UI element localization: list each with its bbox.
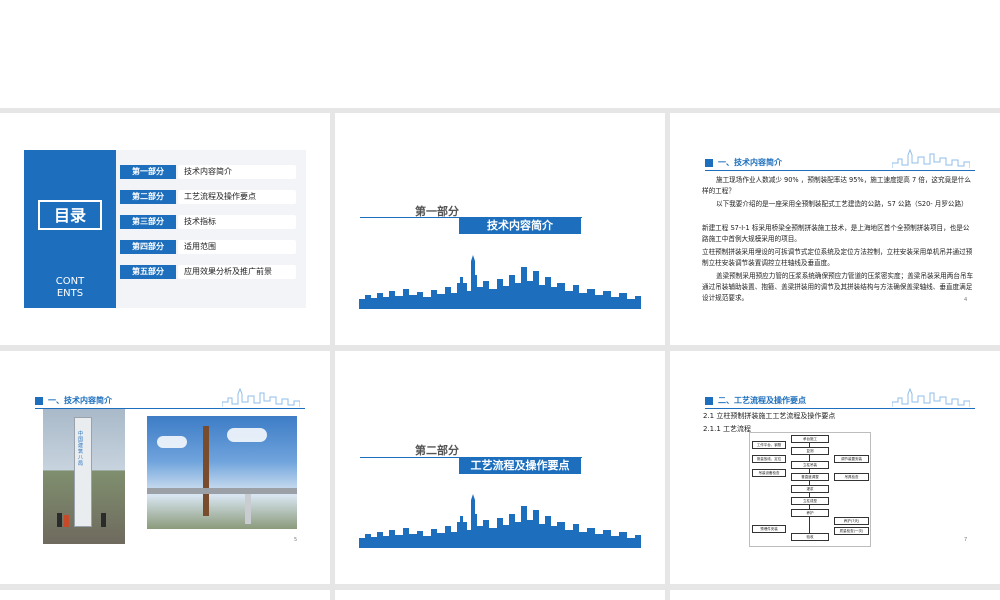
page-number: 4 xyxy=(964,297,968,303)
flow-side-step: 吊装设备检查 xyxy=(752,469,786,477)
contents-item: 第四部分 适用范围 xyxy=(120,240,296,254)
flow-side-step: 调节装置安装 xyxy=(834,455,869,463)
header-underline xyxy=(705,408,975,409)
contents-subtitle: CONT ENTS xyxy=(55,276,85,299)
contents-item-part: 第五部分 xyxy=(120,265,176,279)
flow-side-step: 测量放线、定位 xyxy=(752,455,786,463)
construction-crane-photo xyxy=(147,416,297,529)
top-empty-band xyxy=(0,0,1000,108)
flow-step: 承台施工 xyxy=(791,435,829,443)
contents-item-label: 应用效果分析及推广前景 xyxy=(178,265,296,279)
contents-item: 第三部分 技术指标 xyxy=(120,215,296,229)
cloud-shape xyxy=(227,428,267,442)
slide-heading: 二、工艺流程及操作要点 xyxy=(718,396,806,405)
section-title-banner: 技术内容简介 xyxy=(459,218,581,234)
contents-item: 第五部分 应用效果分析及推广前景 xyxy=(120,265,296,279)
column-sign-text: 中国建筑八局 xyxy=(78,431,84,467)
contents-title: 目录 xyxy=(53,206,86,225)
slide-thumbnail-photos[interactable]: 一、技术内容简介 中国建筑八局 5 xyxy=(0,351,330,584)
slide-thumbnail-part-one[interactable]: 第一部分 技术内容简介 xyxy=(335,113,665,345)
page-number: 5 xyxy=(294,537,298,543)
section-part-label: 第二部分 xyxy=(415,444,459,457)
column-sign-photo: 中国建筑八局 xyxy=(43,409,125,544)
worker-figure xyxy=(57,513,62,527)
contents-item-label: 技术内容简介 xyxy=(178,165,296,179)
flow-step: 立柱成型 xyxy=(791,497,829,505)
flow-side-step: 养护(7天) xyxy=(834,517,869,525)
slide-thumbnail-partial[interactable] xyxy=(670,590,1000,600)
flow-step: 养护 xyxy=(791,509,829,517)
contents-item-label: 适用范围 xyxy=(178,240,296,254)
flow-step: 灌浆 xyxy=(791,485,829,493)
city-skyline-graphic xyxy=(359,255,641,309)
process-flowchart: 承台施工 复测 立柱吊装 垂直度调整 灌浆 立柱成型 养护 验收 工作平台、钢筋… xyxy=(749,432,871,547)
slide-heading: 一、技术内容简介 xyxy=(718,158,782,167)
slide-heading: 一、技术内容简介 xyxy=(48,396,112,405)
mini-skyline-icon xyxy=(892,149,970,168)
contents-item-part: 第二部分 xyxy=(120,190,176,204)
slide-thumbnail-contents[interactable]: 目录 CONT ENTS 第一部分 技术内容简介 第二部分 工艺流程及操作要点 … xyxy=(0,113,330,345)
header-square-icon xyxy=(705,159,713,167)
header-underline xyxy=(705,170,975,171)
slide-thumbnail-intro-text[interactable]: 一、技术内容简介 施工现场作业人数减少 90% ，预制装配率达 95%，施工速度… xyxy=(670,113,1000,345)
slide-thumbnail-partial[interactable] xyxy=(335,590,665,600)
contents-item-part: 第一部分 xyxy=(120,165,176,179)
slide-thumbnail-partial[interactable] xyxy=(0,590,330,600)
flow-side-step: 预埋件安装 xyxy=(752,525,786,533)
worker-figure xyxy=(101,513,106,527)
contents-item-label: 技术指标 xyxy=(178,215,296,229)
flow-side-step: 质量检查(一次) xyxy=(834,527,869,535)
flow-step: 验收 xyxy=(791,533,829,541)
intro-paragraph: 新建工程 S7-I-1 标采用桥梁全预制拼装施工技术，是上海地区首个全预制拼装项… xyxy=(702,224,970,243)
flow-side-step: 工作平台、钢筋 xyxy=(752,441,786,449)
mini-skyline-icon xyxy=(222,388,300,407)
contents-title-panel: 目录 CONT ENTS xyxy=(24,150,116,308)
intro-paragraph: 施工现场作业人数减少 90% ，预制装配率达 95%，施工速度提高 7 倍，这究… xyxy=(702,176,971,195)
intro-paragraph: 立柱预制拼装采用埋设的可拆调节式定位系统及定位方法控制，立柱安装采用单机吊并通过… xyxy=(702,248,973,267)
mini-skyline-icon xyxy=(892,388,970,407)
flow-step: 立柱吊装 xyxy=(791,461,829,469)
page-number: 7 xyxy=(964,537,968,543)
contents-item: 第二部分 工艺流程及操作要点 xyxy=(120,190,296,204)
contents-item-part: 第四部分 xyxy=(120,240,176,254)
flow-side-step: 吊具检查 xyxy=(834,473,869,481)
city-skyline-graphic xyxy=(359,494,641,548)
cloud-shape xyxy=(157,436,187,448)
contents-item: 第一部分 技术内容简介 xyxy=(120,165,296,179)
intro-paragraph: 以下我要介绍的是一座采用全预制装配式工艺建造的公路，S7 公路（S20- 月罗公… xyxy=(716,200,968,208)
contents-item-label: 工艺流程及操作要点 xyxy=(178,190,296,204)
worker-figure xyxy=(64,515,69,527)
contents-item-part: 第三部分 xyxy=(120,215,176,229)
slide-thumbnail-part-two[interactable]: 第二部分 工艺流程及操作要点 xyxy=(335,351,665,584)
intro-paragraph: 盖梁预制采用预应力管的压浆系统确保预应力管道的压浆密实度；盖梁吊装采用两台吊车通… xyxy=(702,272,974,302)
section-title-banner: 工艺流程及操作要点 xyxy=(459,458,581,474)
slide-thumbnail-process-flow[interactable]: 二、工艺流程及操作要点 2.1 立柱预制拼装施工工艺流程及操作要点 2.1.1 … xyxy=(670,351,1000,584)
flow-step: 垂直度调整 xyxy=(791,473,829,481)
header-square-icon xyxy=(35,397,43,405)
header-square-icon xyxy=(705,397,713,405)
crane-tower xyxy=(203,426,209,516)
bridge-pier xyxy=(245,494,251,524)
subsection-title: 2.1 立柱预制拼装施工工艺流程及操作要点 xyxy=(703,412,836,420)
bridge-deck xyxy=(147,488,297,494)
subsection-title: 2.1.1 工艺流程 xyxy=(703,425,752,433)
flow-step: 复测 xyxy=(791,447,829,455)
